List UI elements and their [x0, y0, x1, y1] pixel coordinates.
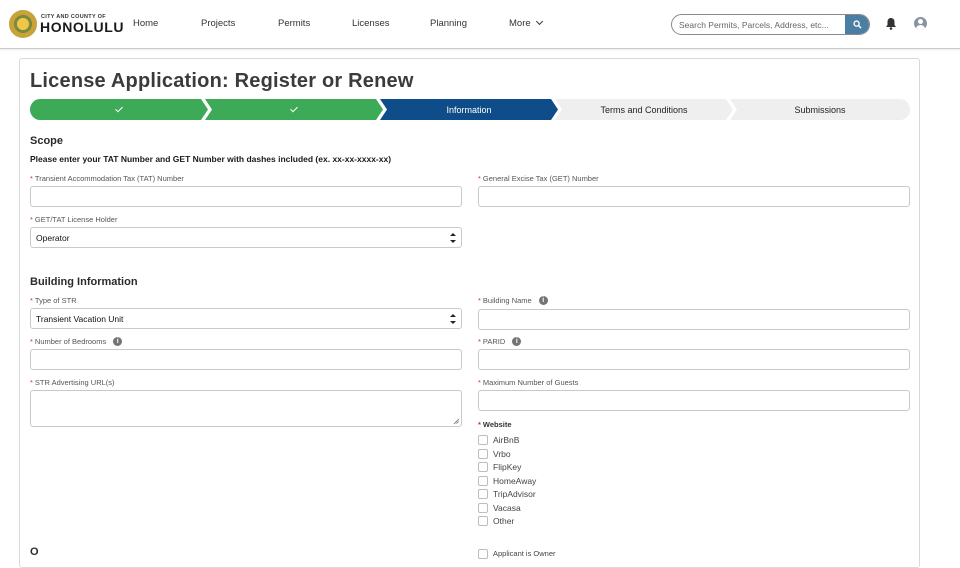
license-holder-label: * GET/TAT License Holder [30, 215, 117, 224]
tat-label: * Transient Accommodation Tax (TAT) Numbe… [30, 174, 184, 183]
get-label: * General Excise Tax (GET) Number [478, 174, 599, 183]
scope-heading: Scope [30, 135, 64, 147]
nav-planning[interactable]: Planning [430, 18, 467, 29]
bell-icon[interactable] [885, 17, 897, 30]
license-holder-label-text: GET/TAT License Holder [34, 215, 118, 224]
select-arrows-icon [450, 233, 456, 244]
bedrooms-input[interactable] [30, 349, 462, 370]
website-option-vacasa[interactable]: Vacasa [478, 502, 521, 513]
get-label-text: General Excise Tax (GET) Number [482, 174, 599, 183]
checkmark-icon [115, 104, 123, 113]
step-1[interactable] [30, 99, 208, 120]
checkbox[interactable] [478, 448, 488, 459]
nav-licenses[interactable]: Licenses [352, 18, 390, 29]
building-name-label: * Building Name i [478, 296, 548, 305]
progress-steps: Information Terms and Conditions Submiss… [30, 99, 910, 120]
required-asterisk: * [478, 296, 481, 305]
checkbox-label: TripAdvisor [493, 488, 536, 499]
search-button[interactable] [845, 15, 869, 34]
str-type-label: * Type of STR [30, 296, 77, 305]
required-asterisk: * [30, 378, 33, 387]
required-asterisk: * [478, 337, 481, 346]
str-url-label-text: STR Advertising URL(s) [34, 378, 115, 387]
step-terms-and-conditions[interactable]: Terms and Conditions [555, 99, 733, 120]
step-2[interactable] [205, 99, 383, 120]
max-guests-label: * Maximum Number of Guests [478, 378, 578, 387]
max-guests-label-text: Maximum Number of Guests [482, 378, 579, 387]
max-guests-input[interactable] [478, 390, 910, 411]
step-information[interactable]: Information [380, 99, 558, 120]
resize-handle-icon[interactable] [453, 418, 459, 424]
tat-label-text: Transient Accommodation Tax (TAT) Number [34, 174, 184, 183]
website-option-homeaway[interactable]: HomeAway [478, 475, 536, 486]
top-navigation-bar: CITY AND COUNTY OF HONOLULU Home Project… [0, 0, 960, 49]
nav-home[interactable]: Home [133, 18, 158, 29]
checkbox[interactable] [478, 502, 488, 513]
nav-permits[interactable]: Permits [278, 18, 310, 29]
website-option-flipkey[interactable]: FlipKey [478, 461, 521, 472]
checkbox[interactable] [478, 434, 488, 445]
search-input[interactable] [672, 15, 846, 34]
nav-projects[interactable]: Projects [201, 18, 235, 29]
info-icon[interactable]: i [512, 337, 522, 346]
info-icon[interactable]: i [538, 296, 548, 305]
search-box [671, 14, 870, 35]
select-arrows-icon [450, 314, 456, 325]
city-seal-logo[interactable] [9, 10, 37, 38]
checkbox[interactable] [478, 475, 488, 486]
bedrooms-label: * Number of Bedrooms i [30, 337, 123, 346]
nav-more[interactable]: More [509, 17, 543, 29]
required-asterisk: * [478, 420, 481, 429]
nav-more-label: More [509, 18, 531, 29]
required-asterisk: * [30, 296, 33, 305]
building-name-input[interactable] [478, 309, 910, 330]
checkbox-label: Vacasa [493, 502, 521, 513]
tat-number-input[interactable] [30, 186, 462, 207]
step-submissions[interactable]: Submissions [730, 99, 910, 120]
required-asterisk: * [30, 337, 33, 346]
str-type-label-text: Type of STR [34, 296, 77, 305]
website-option-airbnb[interactable]: AirBnB [478, 434, 519, 445]
building-info-heading: Building Information [30, 276, 138, 288]
checkbox-label: Vrbo [493, 448, 511, 459]
website-option-other[interactable]: Other [478, 515, 514, 526]
checkbox[interactable] [478, 515, 488, 526]
required-asterisk: * [478, 174, 481, 183]
parid-label: * PARID i [478, 337, 522, 346]
checkbox[interactable] [478, 488, 488, 499]
str-type-value: Transient Vacation Unit [36, 313, 124, 324]
website-label-text: Website [482, 420, 512, 429]
str-url-textarea[interactable] [30, 390, 462, 427]
required-asterisk: * [30, 174, 33, 183]
website-label: * Website [478, 420, 512, 429]
checkbox-label: HomeAway [493, 475, 537, 486]
checkbox-label: Other [493, 515, 515, 526]
checkmark-icon [290, 104, 298, 113]
required-asterisk: * [30, 215, 33, 224]
checkbox[interactable] [478, 461, 488, 472]
page-title: License Application: Register or Renew [30, 70, 414, 92]
logo-title[interactable]: HONOLULU [40, 19, 124, 35]
bedrooms-label-text: Number of Bedrooms [34, 337, 107, 346]
license-holder-value: Operator [36, 232, 70, 243]
scope-instruction: Please enter your TAT Number and GET Num… [30, 154, 392, 164]
chevron-down-icon [535, 17, 543, 26]
info-icon[interactable]: i [113, 337, 123, 346]
user-avatar-icon[interactable] [914, 17, 927, 30]
parid-label-text: PARID [482, 337, 506, 346]
license-holder-select[interactable]: Operator [30, 227, 462, 248]
checkbox-label: FlipKey [493, 461, 522, 472]
str-type-select[interactable]: Transient Vacation Unit [30, 308, 462, 329]
search-icon [853, 20, 862, 29]
checkbox-label: AirBnB [493, 434, 520, 445]
parid-input[interactable] [478, 349, 910, 370]
required-asterisk: * [478, 378, 481, 387]
building-name-label-text: Building Name [482, 296, 532, 305]
get-number-input[interactable] [478, 186, 910, 207]
next-section-heading-partial: O [30, 546, 39, 558]
website-option-vrbo[interactable]: Vrbo [478, 448, 511, 459]
str-url-label: * STR Advertising URL(s) [30, 378, 115, 387]
website-option-tripadvisor[interactable]: TripAdvisor [478, 488, 536, 499]
